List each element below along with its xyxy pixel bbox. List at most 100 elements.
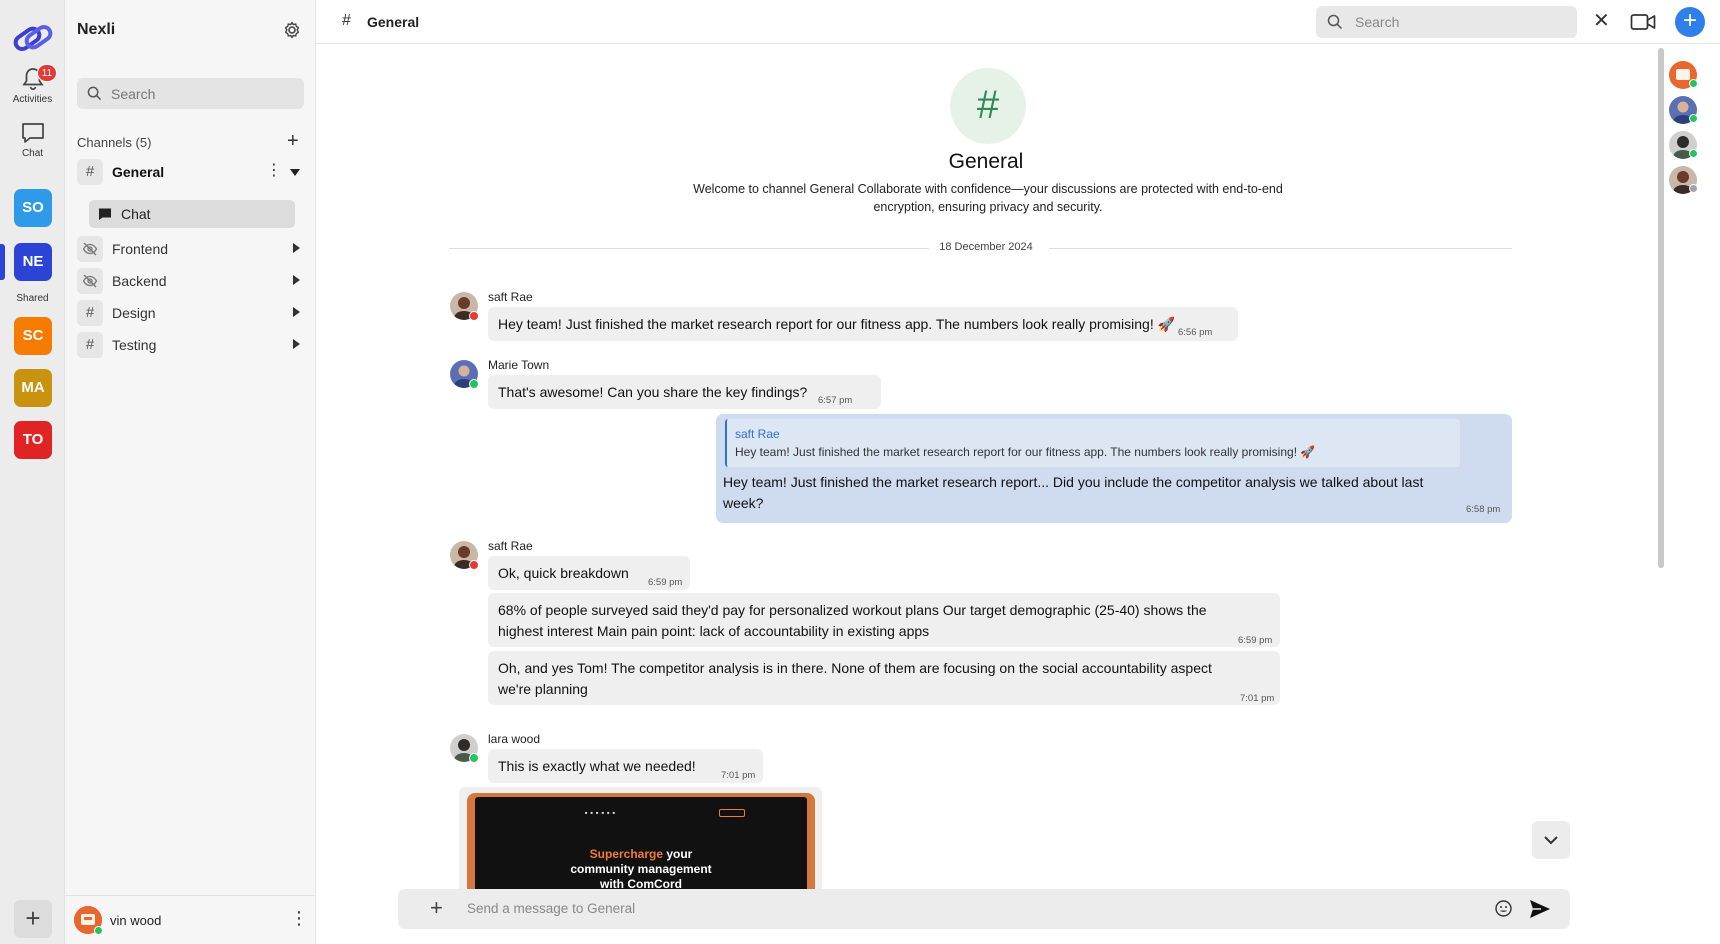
plus-icon: + xyxy=(1682,7,1697,34)
eye-off-icon xyxy=(77,236,103,262)
workspace-initials: NE xyxy=(22,253,44,270)
channel-item-testing[interactable]: # Testing xyxy=(77,331,304,359)
sidebar-search-input[interactable]: Search xyxy=(77,78,304,109)
hash-icon: # xyxy=(342,12,351,29)
message-time: 7:01 pm xyxy=(1240,693,1275,704)
message-time: 6:57 pm xyxy=(818,395,853,406)
presence-indicator xyxy=(469,311,479,321)
presence-indicator xyxy=(469,753,479,763)
chat-bubble-icon xyxy=(99,208,111,220)
members-rail xyxy=(1652,44,1720,944)
channel-item-frontend[interactable]: Frontend xyxy=(77,235,304,263)
quoted-message[interactable]: saft Rae Hey team! Just finished the mar… xyxy=(725,419,1460,467)
subchannel-item-chat[interactable]: Chat xyxy=(89,200,295,228)
composer-placeholder[interactable]: Send a message to General xyxy=(467,901,635,916)
image-attachment[interactable]: ■ ■ ■ ■ ■ ■ Supercharge your community m… xyxy=(459,787,822,897)
search-icon xyxy=(1327,14,1343,30)
header-search-input[interactable]: Search xyxy=(1316,6,1577,38)
workspace-sc[interactable]: SC xyxy=(14,317,52,355)
chat-nav-button[interactable]: Chat xyxy=(0,120,65,159)
channel-sidebar: Nexli Search Channels (5) + # General ⋮ … xyxy=(65,0,316,944)
preview-cta xyxy=(719,809,745,817)
hash-icon: # xyxy=(77,159,103,185)
video-camera-icon[interactable] xyxy=(1630,12,1656,32)
message-bubble[interactable]: That's awesome! Can you share the key fi… xyxy=(488,375,881,409)
preview-headline: Supercharge your community management wi… xyxy=(475,847,807,892)
emoji-icon[interactable] xyxy=(1495,900,1512,917)
scroll-to-bottom-button[interactable] xyxy=(1532,821,1570,859)
channel-item-backend[interactable]: Backend xyxy=(77,267,304,295)
message-text: Oh, and yes Tom! The competitor analysis… xyxy=(498,660,1212,697)
workspace-rail: 11 Activities Chat SO NE Shared SC MA TO… xyxy=(0,0,65,944)
close-icon[interactable]: ✕ xyxy=(1593,10,1610,32)
preview-headline-accent: Supercharge xyxy=(589,847,663,861)
presence-indicator xyxy=(469,379,479,389)
chevron-right-icon[interactable] xyxy=(293,307,300,317)
activities-button[interactable]: 11 Activities xyxy=(0,64,65,105)
channel-hash-icon: # xyxy=(950,68,1026,144)
add-workspace-button[interactable]: + xyxy=(14,900,52,938)
workspace-to[interactable]: TO xyxy=(14,421,52,459)
message-bubble[interactable]: Ok, quick breakdown 6:59 pm xyxy=(488,556,690,590)
message-time: 7:01 pm xyxy=(721,770,756,781)
message-sender[interactable]: lara wood xyxy=(488,732,540,746)
current-user-panel[interactable]: vin wood ⋮ xyxy=(65,895,316,944)
hash-icon: # xyxy=(77,300,103,326)
channel-name: Frontend xyxy=(112,241,169,257)
scrollbar[interactable] xyxy=(1658,48,1664,568)
workspace-ma[interactable]: MA xyxy=(14,369,52,407)
chevron-right-icon[interactable] xyxy=(293,339,300,349)
message-bubble[interactable]: This is exactly what we needed! 7:01 pm xyxy=(488,749,763,783)
plus-icon[interactable]: + xyxy=(430,896,443,920)
chevron-right-icon[interactable] xyxy=(293,275,300,285)
sidebar-search-placeholder: Search xyxy=(111,86,156,102)
chevron-down-icon xyxy=(1544,836,1558,845)
channel-title: General xyxy=(367,14,420,30)
chevron-down-icon[interactable] xyxy=(290,169,300,176)
hash-icon: # xyxy=(77,332,103,358)
workspace-so[interactable]: SO xyxy=(14,189,52,227)
more-options-icon[interactable]: ⋮ xyxy=(290,908,308,929)
own-reply-message[interactable]: saft Rae Hey team! Just finished the mar… xyxy=(716,414,1512,523)
message-sender[interactable]: Marie Town xyxy=(488,358,549,372)
message-text: That's awesome! Can you share the key fi… xyxy=(498,384,808,400)
gear-icon[interactable] xyxy=(282,20,302,40)
workspace-initials: SC xyxy=(22,327,44,344)
channel-name: Design xyxy=(112,305,156,321)
quoted-text: Hey team! Just finished the market resea… xyxy=(735,445,1316,459)
message-text: 68% of people surveyed said they'd pay f… xyxy=(498,602,1207,639)
add-button[interactable]: + xyxy=(1675,7,1705,37)
channel-intro-title: General xyxy=(948,150,1024,173)
header-search-placeholder: Search xyxy=(1355,14,1400,30)
active-workspace-indicator xyxy=(0,244,5,280)
workspace-ne[interactable]: NE xyxy=(14,243,52,281)
add-channel-button[interactable]: + xyxy=(287,131,299,151)
message-time: 6:59 pm xyxy=(1238,635,1273,646)
preview-headline-line2: community management xyxy=(570,862,712,876)
message-bubble[interactable]: 68% of people surveyed said they'd pay f… xyxy=(488,593,1280,647)
more-options-icon[interactable]: ⋮ xyxy=(266,161,282,181)
message-text: Hey team! Just finished the market resea… xyxy=(498,316,1176,332)
presence-indicator xyxy=(469,560,479,570)
message-time: 6:58 pm xyxy=(1466,504,1501,515)
send-icon[interactable] xyxy=(1529,899,1551,919)
message-bubble[interactable]: Oh, and yes Tom! The competitor analysis… xyxy=(488,651,1280,705)
message-text: This is exactly what we needed! xyxy=(498,758,696,774)
app-logo-icon[interactable] xyxy=(13,18,53,58)
channels-heading: Channels (5) xyxy=(77,135,152,150)
message-bubble[interactable]: Hey team! Just finished the market resea… xyxy=(488,307,1238,341)
search-icon xyxy=(87,86,102,101)
message-text: Ok, quick breakdown xyxy=(498,565,629,581)
message-composer[interactable]: + Send a message to General xyxy=(398,889,1570,929)
workspace-initials: TO xyxy=(22,431,44,448)
channel-name: Testing xyxy=(112,337,157,353)
message-time: 6:56 pm xyxy=(1178,327,1213,338)
chat-nav-label: Chat xyxy=(21,148,44,159)
channel-item-general[interactable]: # General ⋮ xyxy=(77,158,304,186)
message-sender[interactable]: saft Rae xyxy=(488,539,533,553)
message-pane: # General Welcome to channel General Col… xyxy=(316,44,1652,944)
chevron-right-icon[interactable] xyxy=(293,243,300,253)
channel-item-design[interactable]: # Design xyxy=(77,299,304,327)
plus-icon: + xyxy=(287,130,299,152)
message-sender[interactable]: saft Rae xyxy=(488,290,533,304)
